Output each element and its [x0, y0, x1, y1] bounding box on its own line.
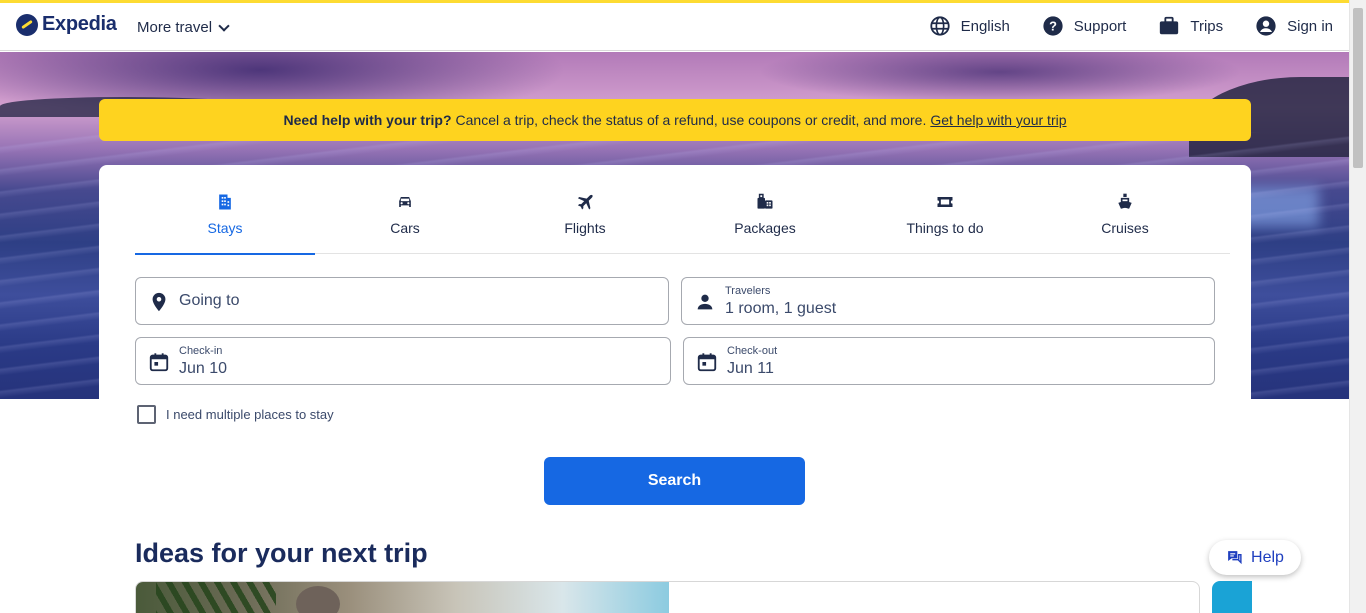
check-out-field[interactable]: Check-out Jun 11	[683, 337, 1215, 385]
car-icon	[399, 197, 411, 207]
language-button[interactable]: English	[929, 15, 1010, 37]
site-header: Expedia More travel English ? Support Tr…	[0, 3, 1349, 51]
help-chat-button[interactable]: Help	[1209, 540, 1301, 575]
check-in-field[interactable]: Check-in Jun 10	[135, 337, 671, 385]
search-tabs: Stays Cars Flights Packages Things to do…	[135, 165, 1230, 255]
check-out-label: Check-out	[727, 345, 778, 357]
tab-packages[interactable]: Packages	[675, 165, 855, 254]
chevron-down-icon	[218, 19, 230, 32]
help-circle-icon: ?	[1043, 16, 1063, 36]
support-label: Support	[1073, 17, 1127, 35]
sign-in-button[interactable]: Sign in	[1255, 15, 1333, 37]
travelers-label: Travelers	[725, 285, 771, 297]
header-nav: English ? Support Trips Sign in	[929, 15, 1333, 37]
travelers-value: 1 room, 1 guest	[725, 300, 837, 317]
multiple-places-option[interactable]: I need multiple places to stay	[137, 405, 334, 424]
page-scrollbar[interactable]	[1349, 0, 1366, 613]
tab-label: Things to do	[906, 220, 984, 236]
tab-label: Flights	[564, 220, 606, 236]
idea-card[interactable]	[135, 581, 1200, 613]
language-label: English	[960, 17, 1010, 35]
multiple-places-label: I need multiple places to stay	[166, 407, 334, 422]
tab-stays[interactable]: Stays	[135, 165, 315, 255]
multiple-places-checkbox[interactable]	[137, 405, 156, 424]
account-icon	[1256, 16, 1276, 36]
travelers-field[interactable]: Travelers 1 room, 1 guest	[681, 277, 1215, 325]
going-to-placeholder: Going to	[179, 292, 240, 309]
calendar-icon	[697, 353, 717, 372]
chat-icon	[1228, 551, 1242, 565]
tab-label: Stays	[207, 220, 243, 236]
trip-help-banner: Need help with your trip? Cancel a trip,…	[99, 99, 1251, 141]
sign-in-label: Sign in	[1287, 17, 1333, 35]
packages-icon	[757, 193, 773, 209]
tab-label: Cars	[390, 220, 420, 236]
ticket-icon	[937, 197, 953, 207]
expedia-logo[interactable]: Expedia	[16, 13, 117, 36]
plane-icon	[577, 194, 593, 210]
cruise-icon	[1118, 193, 1132, 209]
trips-button[interactable]: Trips	[1158, 15, 1223, 37]
person-icon	[697, 294, 713, 310]
ideas-heading: Ideas for your next trip	[135, 538, 428, 568]
building-icon	[219, 194, 231, 210]
search-button[interactable]: Search	[544, 457, 805, 505]
banner-text: Cancel a trip, check the status of a ref…	[455, 112, 927, 128]
trips-label: Trips	[1190, 17, 1224, 35]
briefcase-icon	[1160, 16, 1179, 35]
idea-card-image	[136, 582, 669, 613]
tab-cars[interactable]: Cars	[315, 165, 495, 254]
more-travel-menu[interactable]: More travel	[137, 19, 230, 36]
logo-icon	[16, 13, 38, 36]
calendar-icon	[149, 353, 169, 372]
tab-label: Packages	[734, 220, 796, 236]
tab-things-to-do[interactable]: Things to do	[855, 165, 1035, 254]
check-out-value: Jun 11	[727, 360, 774, 377]
support-button[interactable]: ? Support	[1042, 15, 1127, 37]
help-label: Help	[1251, 548, 1284, 566]
more-travel-label: More travel	[137, 19, 213, 36]
going-to-field[interactable]: Going to	[135, 277, 669, 325]
globe-icon	[929, 16, 950, 36]
check-in-label: Check-in	[179, 345, 223, 357]
tab-label: Cruises	[1101, 220, 1149, 236]
scrollbar-thumb[interactable]	[1353, 8, 1363, 168]
idea-card-next[interactable]	[1212, 581, 1252, 613]
svg-text:?: ?	[1049, 19, 1057, 34]
tab-cruises[interactable]: Cruises	[1035, 165, 1215, 254]
location-pin-icon	[152, 292, 166, 312]
check-in-value: Jun 10	[179, 360, 228, 377]
tab-flights[interactable]: Flights	[495, 165, 675, 254]
get-help-link[interactable]: Get help with your trip	[930, 112, 1066, 128]
banner-heading: Need help with your trip?	[283, 112, 452, 128]
logo-text: Expedia	[42, 13, 117, 35]
